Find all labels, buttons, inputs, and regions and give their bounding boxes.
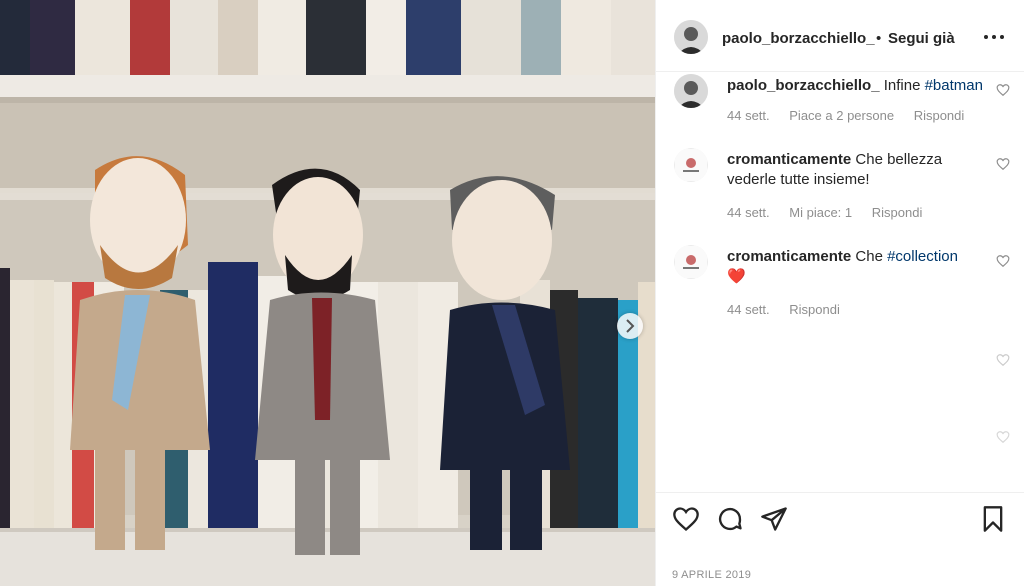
hashtag-link[interactable]: #collection bbox=[887, 248, 958, 265]
heart-icon[interactable] bbox=[996, 430, 1010, 444]
reply-button[interactable]: Rispondi bbox=[914, 108, 965, 123]
chevron-right-icon bbox=[626, 319, 635, 333]
paper-plane-icon[interactable] bbox=[760, 505, 788, 533]
comment-age: 44 sett. bbox=[727, 302, 770, 317]
comment-age: 44 sett. bbox=[727, 205, 770, 220]
post-date: 9 APRILE 2019 bbox=[672, 569, 752, 581]
reply-button[interactable]: Rispondi bbox=[872, 205, 923, 220]
commenter-avatar[interactable] bbox=[674, 74, 708, 108]
comment-icon[interactable] bbox=[716, 505, 744, 533]
more-options-icon[interactable] bbox=[984, 30, 1004, 44]
comment-text: cromanticamente Che bellezza vederle tut… bbox=[727, 150, 995, 190]
header-separator: • bbox=[876, 30, 882, 47]
comment-content: Che bbox=[855, 248, 888, 265]
comment-likes[interactable]: Mi piace: 1 bbox=[789, 205, 852, 220]
comments-list[interactable]: paolo_borzacchiello_ Infine #batman 44 s… bbox=[656, 72, 1024, 492]
comment-meta: 44 sett. Piace a 2 persone Rispondi bbox=[727, 108, 980, 123]
follow-button[interactable]: Segui già bbox=[888, 30, 955, 47]
heart-icon[interactable] bbox=[996, 353, 1010, 367]
comment-meta: 44 sett. Rispondi bbox=[727, 302, 856, 317]
comment-text: paolo_borzacchiello_ Infine #batman bbox=[727, 76, 995, 96]
avatar-image bbox=[674, 20, 708, 54]
post-photo-scene bbox=[0, 0, 655, 586]
comment-age: 44 sett. bbox=[727, 108, 770, 123]
post-image[interactable] bbox=[0, 0, 655, 586]
heart-icon[interactable] bbox=[672, 505, 700, 533]
heart-emoji: ❤️ bbox=[727, 268, 746, 285]
comment-username[interactable]: paolo_borzacchiello_ bbox=[727, 77, 880, 94]
heart-icon[interactable] bbox=[996, 157, 1010, 171]
comment-username[interactable]: cromanticamente bbox=[727, 151, 851, 168]
avatar-image bbox=[674, 245, 708, 279]
post-side-panel: paolo_borzacchiello_ • Segui già paolo_b… bbox=[655, 0, 1024, 586]
reply-button[interactable]: Rispondi bbox=[789, 302, 840, 317]
post-header: paolo_borzacchiello_ • Segui già bbox=[656, 0, 1024, 72]
comment-meta: 44 sett. Mi piace: 1 Rispondi bbox=[727, 205, 938, 220]
top-books bbox=[0, 0, 655, 78]
avatar-image bbox=[674, 74, 708, 108]
owner-avatar[interactable] bbox=[674, 20, 708, 54]
heart-icon[interactable] bbox=[996, 254, 1010, 268]
post-actions-bar bbox=[656, 492, 1024, 552]
comment-username[interactable]: cromanticamente bbox=[727, 248, 851, 265]
avatar-image bbox=[674, 148, 708, 182]
comment-likes[interactable]: Piace a 2 persone bbox=[789, 108, 894, 123]
hashtag-link[interactable]: #batman bbox=[925, 77, 983, 94]
bookmark-icon[interactable] bbox=[979, 505, 1007, 533]
commenter-avatar[interactable] bbox=[674, 245, 708, 279]
carousel-next-button[interactable] bbox=[617, 313, 643, 339]
owner-username[interactable]: paolo_borzacchiello_ bbox=[722, 30, 875, 47]
comment-content: Infine bbox=[883, 77, 925, 94]
commenter-avatar[interactable] bbox=[674, 148, 708, 182]
comment-text: cromanticamente Che #collection ❤️ bbox=[727, 247, 995, 287]
heart-icon[interactable] bbox=[996, 83, 1010, 97]
